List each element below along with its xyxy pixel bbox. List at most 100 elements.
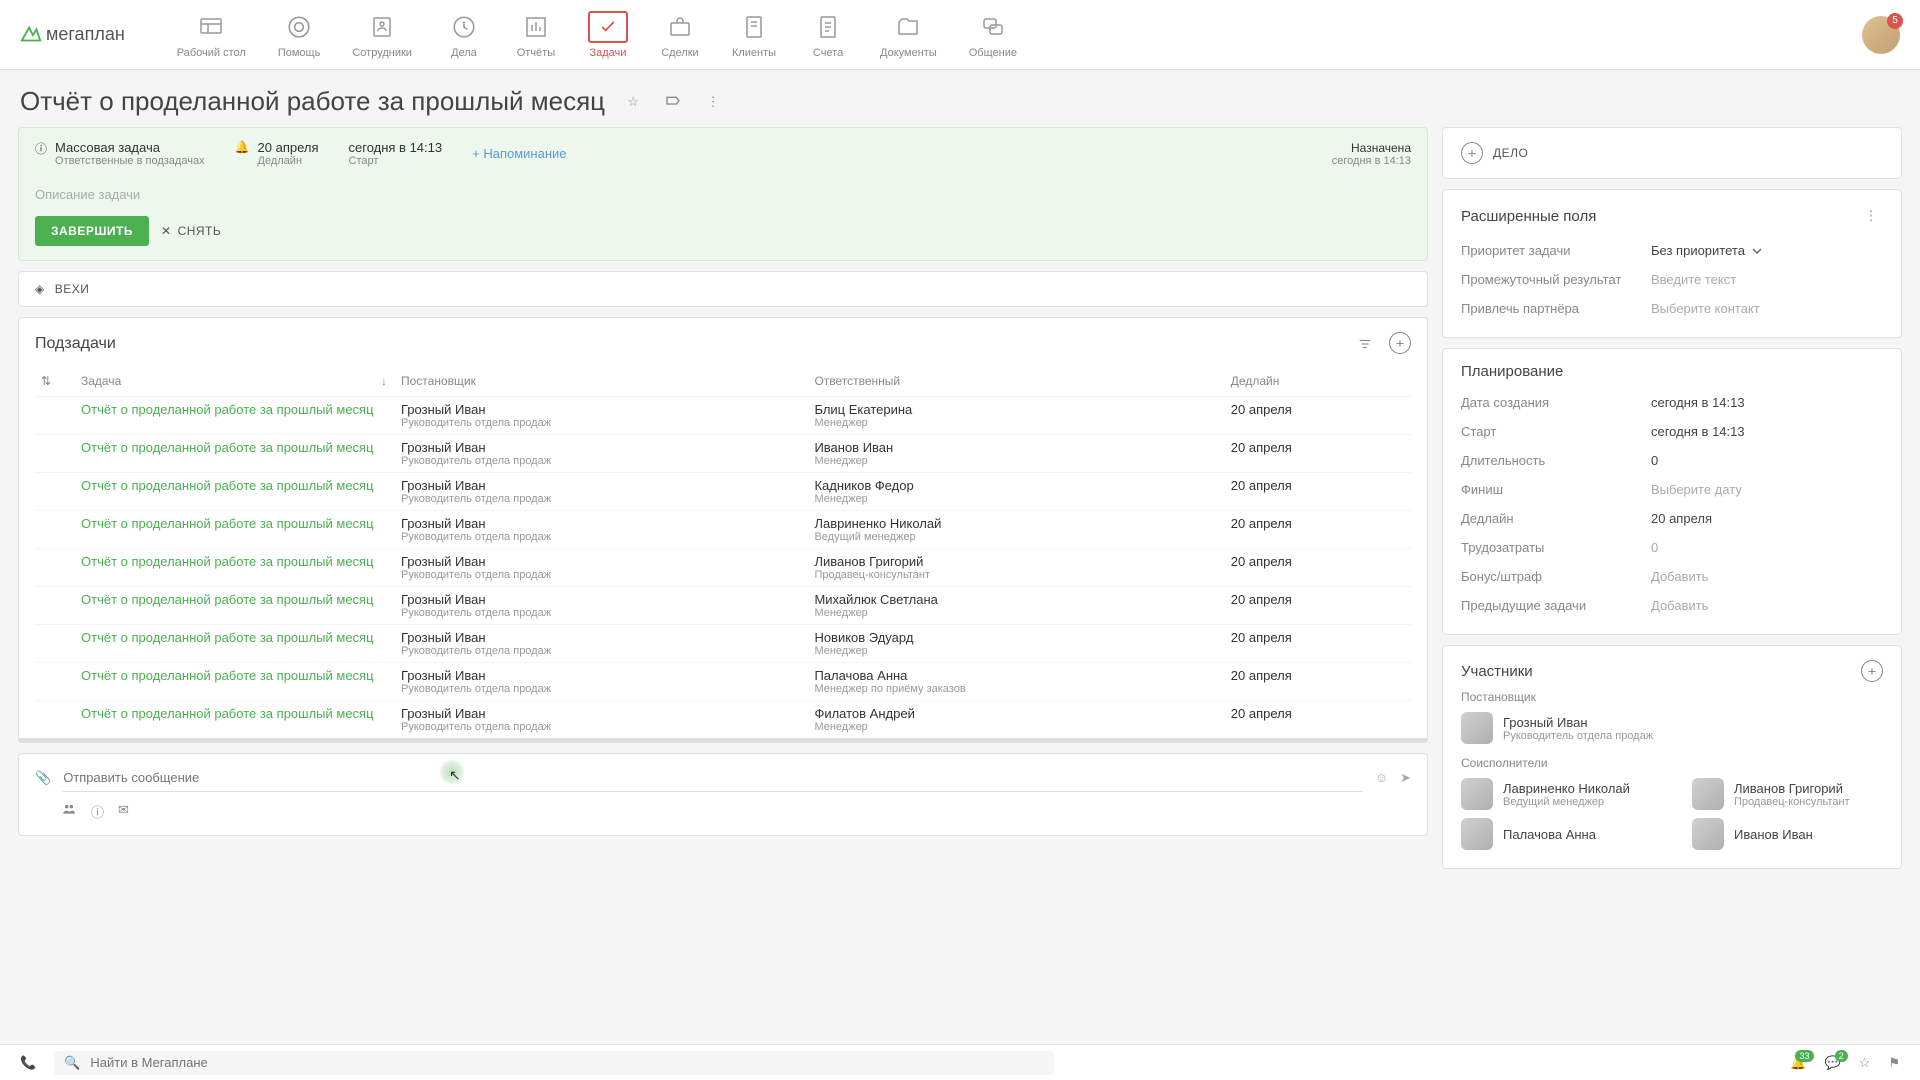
nav-docs[interactable]: Документы (868, 7, 949, 63)
nav-desktop[interactable]: Рабочий стол (165, 7, 258, 63)
assignee-name: Новиков Эдуард (814, 630, 1218, 645)
interim-input[interactable]: Введите текст (1651, 272, 1736, 287)
owner-role: Руководитель отдела продаж (401, 493, 802, 505)
filter-icon[interactable] (1353, 332, 1377, 356)
footer-search: 🔍 (54, 1051, 1054, 1075)
table-row[interactable]: Отчёт о проделанной работе за прошлый ме… (35, 397, 1411, 435)
nav-help[interactable]: Помощь (266, 7, 333, 63)
assignee-name: Палачова Анна (814, 668, 1218, 683)
nav-clients[interactable]: Клиенты (720, 7, 788, 63)
notification-icon[interactable]: 🔔33 (1790, 1055, 1806, 1071)
task-link[interactable]: Отчёт о проделанной работе за прошлый ме… (81, 592, 374, 607)
plan-deadline-value[interactable]: 20 апреля (1651, 511, 1712, 526)
table-row[interactable]: Отчёт о проделанной работе за прошлый ме… (35, 473, 1411, 511)
case-label[interactable]: ДЕЛО (1493, 146, 1528, 160)
attachment-icon[interactable]: 📎 (35, 770, 51, 786)
nav-chat[interactable]: Общение (957, 7, 1029, 63)
horizontal-scrollbar[interactable] (19, 738, 1427, 742)
co-person[interactable]: Лавриненко НиколайВедущий менеджер (1461, 774, 1652, 814)
col-deadline[interactable]: Дедлайн (1225, 366, 1411, 397)
close-icon: ✕ (161, 224, 172, 238)
phone-icon[interactable]: 📞 (20, 1055, 36, 1071)
participants-card: Участники + Постановщик Грозный Иван Рук… (1442, 645, 1902, 869)
tag-icon[interactable] (661, 90, 685, 114)
table-row[interactable]: Отчёт о проделанной работе за прошлый ме… (35, 549, 1411, 587)
task-link[interactable]: Отчёт о проделанной работе за прошлый ме… (81, 668, 374, 683)
messages-icon[interactable]: 💬2 (1825, 1055, 1841, 1071)
app-header: мегаплан Рабочий столПомощьСотрудникиДел… (0, 0, 1920, 70)
nav-staff[interactable]: Сотрудники (340, 7, 424, 63)
complete-button[interactable]: ЗАВЕРШИТЬ (35, 216, 149, 246)
task-link[interactable]: Отчёт о проделанной работе за прошлый ме… (81, 516, 374, 531)
message-input[interactable] (63, 764, 1363, 792)
people-icon[interactable] (61, 802, 77, 821)
global-search-input[interactable] (90, 1055, 1044, 1070)
owner-person[interactable]: Грозный Иван Руководитель отдела продаж (1461, 708, 1883, 748)
remove-button[interactable]: ✕ СНЯТЬ (161, 224, 221, 238)
nav-reports[interactable]: Отчёты (504, 7, 568, 63)
app-logo[interactable]: мегаплан (20, 24, 125, 46)
kebab-icon[interactable]: ⋮ (1859, 204, 1883, 228)
star-icon[interactable]: ☆ (621, 90, 645, 114)
emoji-icon[interactable]: ☺ (1375, 770, 1388, 786)
task-link[interactable]: Отчёт о проделанной работе за прошлый ме… (81, 478, 374, 493)
nav-affairs[interactable]: Дела (432, 7, 496, 63)
table-row[interactable]: Отчёт о проделанной работе за прошлый ме… (35, 701, 1411, 739)
send-icon[interactable]: ➤ (1400, 770, 1411, 786)
participants-title: Участники (1461, 663, 1533, 680)
nav-chat-icon (973, 11, 1013, 43)
deadline-date[interactable]: 20 апреля (258, 140, 319, 155)
task-link[interactable]: Отчёт о проделанной работе за прошлый ме… (81, 440, 374, 455)
footer-star-icon[interactable]: ☆ (1859, 1055, 1871, 1071)
prev-label: Предыдущие задачи (1461, 598, 1651, 613)
col-task[interactable]: Задача (75, 366, 375, 397)
nav-invoices[interactable]: Счета (796, 7, 860, 63)
priority-value[interactable]: Без приоритета (1651, 243, 1763, 258)
deadline-cell: 20 апреля (1225, 435, 1411, 473)
table-row[interactable]: Отчёт о проделанной работе за прошлый ме… (35, 663, 1411, 701)
status-card: ⓘ Массовая задача Ответственные в подзад… (18, 127, 1428, 261)
plan-start-value[interactable]: сегодня в 14:13 (1651, 424, 1745, 439)
info-icon: ⓘ (35, 140, 47, 157)
sort-icon[interactable]: ↓ (381, 374, 387, 388)
co-person[interactable]: Ливанов ГригорийПродавец-консультант (1692, 774, 1883, 814)
duration-value[interactable]: 0 (1651, 453, 1658, 468)
task-link[interactable]: Отчёт о проделанной работе за прошлый ме… (81, 630, 374, 645)
table-row[interactable]: Отчёт о проделанной работе за прошлый ме… (35, 587, 1411, 625)
prev-input[interactable]: Добавить (1651, 598, 1708, 613)
task-link[interactable]: Отчёт о проделанной работе за прошлый ме… (81, 554, 374, 569)
col-assignee[interactable]: Ответственный (808, 366, 1224, 397)
page-title: Отчёт о проделанной работе за прошлый ме… (20, 86, 605, 117)
labor-input[interactable]: 0 (1651, 540, 1658, 555)
table-row[interactable]: Отчёт о проделанной работе за прошлый ме… (35, 435, 1411, 473)
table-row[interactable]: Отчёт о проделанной работе за прошлый ме… (35, 511, 1411, 549)
task-link[interactable]: Отчёт о проделанной работе за прошлый ме… (81, 402, 374, 417)
add-case-icon[interactable]: + (1461, 142, 1483, 164)
table-row[interactable]: Отчёт о проделанной работе за прошлый ме… (35, 625, 1411, 663)
question-icon[interactable]: ⓘ (91, 802, 104, 821)
bonus-input[interactable]: Добавить (1651, 569, 1708, 584)
add-reminder-link[interactable]: + Напоминание (472, 146, 566, 161)
task-link[interactable]: Отчёт о проделанной работе за прошлый ме… (81, 706, 374, 721)
nav-tasks[interactable]: Задачи (576, 7, 640, 63)
reorder-icon[interactable]: ⇅ (41, 374, 51, 388)
user-avatar[interactable]: 5 (1862, 16, 1900, 54)
col-owner[interactable]: Постановщик (395, 366, 808, 397)
assignee-role: Продавец-консультант (814, 569, 1218, 581)
co-person[interactable]: Палачова Анна (1461, 814, 1652, 854)
mail-icon[interactable]: ✉ (118, 802, 129, 821)
kebab-icon[interactable]: ⋮ (701, 90, 725, 114)
owner-name: Грозный Иван (401, 592, 802, 607)
task-description[interactable]: Описание задачи (19, 179, 1427, 216)
ext-fields-title: Расширенные поля (1461, 208, 1596, 225)
duration-label: Длительность (1461, 453, 1651, 468)
co-person[interactable]: Иванов Иван (1692, 814, 1883, 854)
nav-deals[interactable]: Сделки (648, 7, 712, 63)
partner-input[interactable]: Выберите контакт (1651, 301, 1760, 316)
feedback-icon[interactable]: ⚑ (1888, 1055, 1900, 1071)
message-card: 📎 ☺ ➤ ⓘ ✉ (18, 753, 1428, 836)
add-subtask-icon[interactable]: + (1389, 332, 1411, 354)
milestones-card[interactable]: ◈ ВЕХИ (18, 271, 1428, 307)
finish-input[interactable]: Выберите дату (1651, 482, 1742, 497)
add-participant-icon[interactable]: + (1861, 660, 1883, 682)
